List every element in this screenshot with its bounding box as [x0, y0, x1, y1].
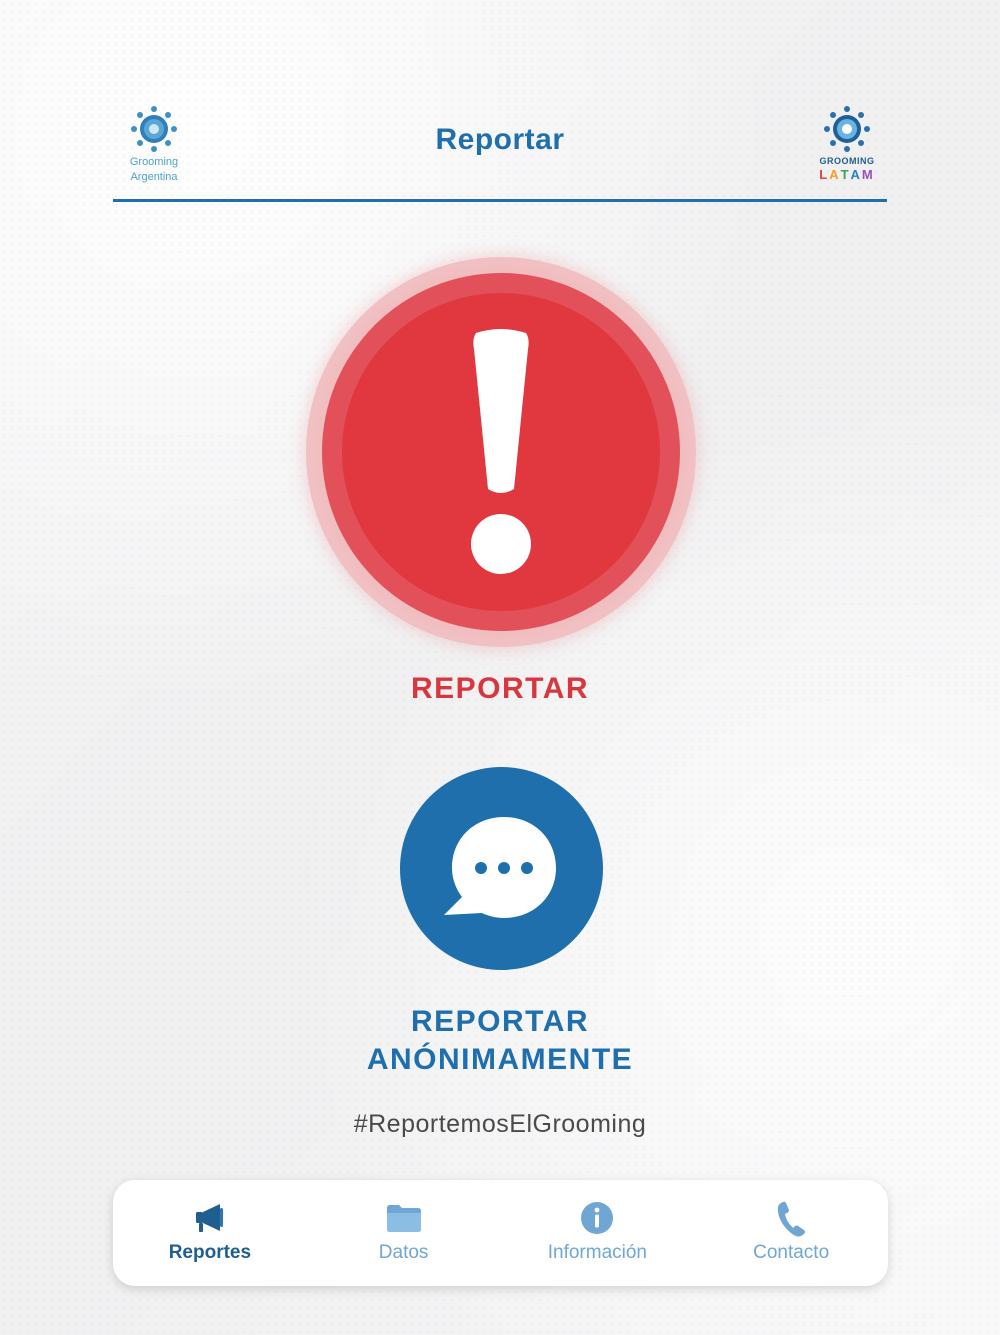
tab-datos[interactable]: Datos: [307, 1180, 501, 1286]
latam-logo-bottom-text: L A T A M: [815, 167, 879, 182]
hashtag-text: #ReportemosElGrooming: [353, 1110, 647, 1138]
latam-letter: M: [861, 167, 875, 182]
tab-label: Información: [547, 1242, 648, 1263]
info-icon: [581, 1202, 614, 1234]
folder-icon: [386, 1205, 421, 1232]
anonymous-report-button[interactable]: [400, 767, 603, 970]
tab-informacion[interactable]: Información: [501, 1180, 695, 1286]
tab-label: Datos: [378, 1242, 429, 1263]
latam-letter: T: [840, 167, 851, 182]
report-label[interactable]: REPORTAR: [0, 672, 1000, 706]
grooming-latam-logo: GROOMING L A T A M: [815, 105, 879, 182]
latam-letter: A: [850, 167, 862, 182]
latam-letter: L: [819, 167, 830, 182]
anonymous-report-label[interactable]: REPORTAR ANÓNIMAMENTE: [0, 1003, 1000, 1079]
logo-text-line1: Grooming: [129, 156, 179, 168]
grooming-latam-logo-icon: [824, 106, 870, 152]
phone-icon: [777, 1201, 806, 1237]
tab-label: Reportes: [168, 1242, 252, 1263]
anonymous-report-label-line2: ANÓNIMAMENTE: [366, 1043, 634, 1076]
header: Grooming Argentina Reportar GROOMING L A…: [113, 95, 887, 202]
latam-letter: A: [829, 167, 841, 182]
chat-bubble-icon: [444, 817, 556, 918]
logo-text-line2: Argentina: [130, 171, 178, 183]
anonymous-report-label-line1: REPORTAR: [410, 1005, 590, 1038]
megaphone-icon: [195, 1204, 223, 1232]
bottom-tab-bar: Reportes Datos Información Contacto: [113, 1180, 888, 1286]
page-title: Reportar: [435, 123, 565, 156]
exclamation-icon: [471, 329, 531, 574]
tab-label: Contacto: [753, 1242, 830, 1263]
report-button[interactable]: [306, 257, 696, 647]
tab-contacto[interactable]: Contacto: [694, 1180, 888, 1286]
tab-reportes[interactable]: Reportes: [113, 1180, 307, 1286]
latam-logo-top-text: GROOMING: [819, 156, 875, 166]
